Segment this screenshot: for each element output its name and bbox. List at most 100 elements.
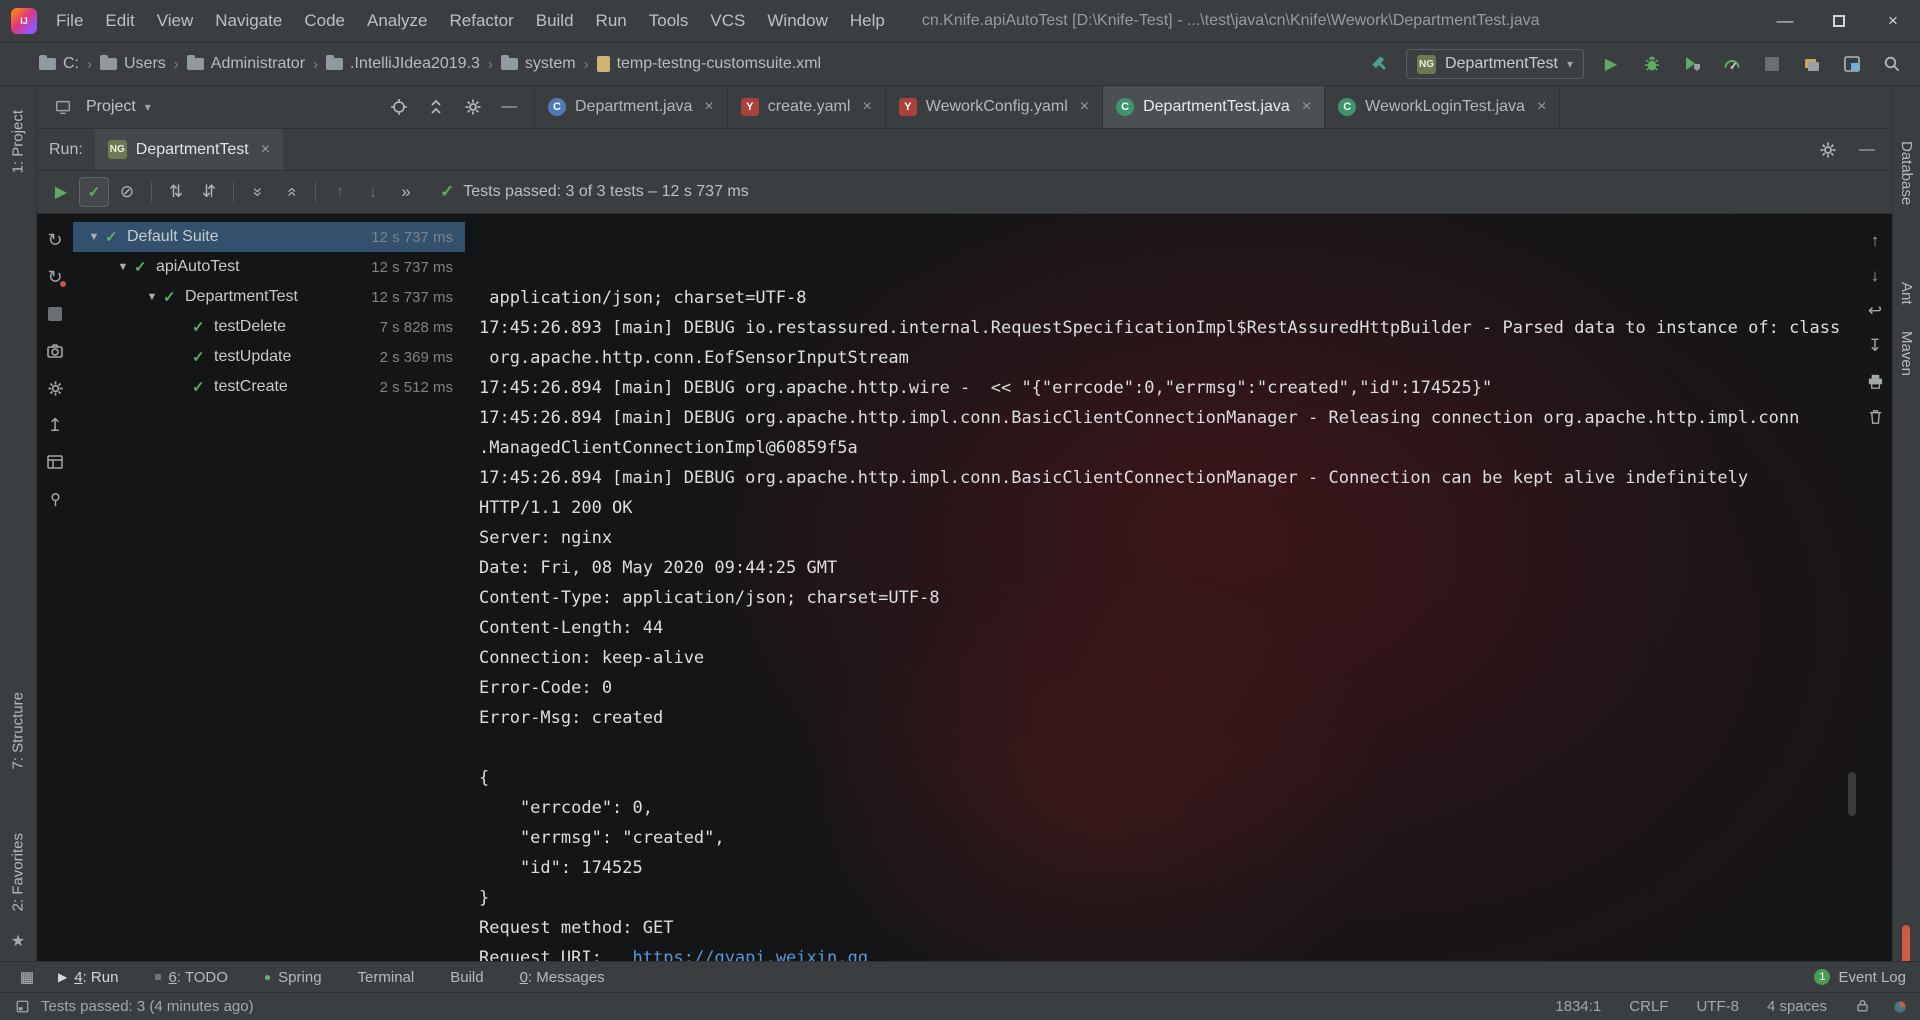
show-passed-toggle[interactable]: ✓	[79, 177, 109, 207]
collapse-all-icon[interactable]: »	[276, 177, 306, 207]
hide-run-panel-icon[interactable]: —	[1854, 137, 1880, 163]
console-scrollbar[interactable]	[1848, 772, 1856, 816]
toolwindow-button-terminal[interactable]: Terminal	[358, 969, 415, 986]
test-settings-icon[interactable]	[41, 374, 69, 402]
menu-item-window[interactable]: Window	[756, 0, 838, 42]
minimize-button[interactable]: —	[1758, 0, 1812, 42]
rerun-button[interactable]: ▶	[46, 177, 76, 207]
close-icon[interactable]: ×	[261, 141, 270, 159]
rerun-failed-tests-icon[interactable]: ↻	[41, 263, 69, 291]
menu-item-navigate[interactable]: Navigate	[204, 0, 293, 42]
menu-item-refactor[interactable]: Refactor	[438, 0, 524, 42]
menu-item-tools[interactable]: Tools	[638, 0, 700, 42]
file-encoding[interactable]: UTF-8	[1696, 998, 1739, 1015]
menu-item-help[interactable]: Help	[839, 0, 896, 42]
console-output[interactable]: application/json; charset=UTF-8 17:45:26.…	[471, 214, 1858, 961]
test-tree-row[interactable]: ✓ testUpdate 2 s 369 ms	[73, 342, 465, 372]
breadcrumb-file[interactable]: temp-testng-customsuite.xml	[596, 55, 821, 73]
rerun-tests-icon[interactable]: ↻	[41, 226, 69, 254]
scroll-to-end-icon[interactable]: ↧	[1862, 333, 1888, 359]
run-settings-icon[interactable]	[1814, 136, 1842, 164]
menu-item-run[interactable]: Run	[585, 0, 638, 42]
test-tree-row[interactable]: ✓ testCreate 2 s 512 ms	[73, 372, 465, 402]
lock-icon[interactable]	[1855, 998, 1870, 1015]
export-test-results-icon[interactable]: ↥	[41, 411, 69, 439]
editor-tab-weworkconfig-yaml[interactable]: Y WeworkConfig.yaml ×	[886, 86, 1104, 128]
close-icon[interactable]: ×	[862, 98, 871, 116]
editor-tab-weworklogintest-java[interactable]: C WeworkLoginTest.java ×	[1325, 86, 1561, 128]
test-tree-row[interactable]: ▼ ✓ DepartmentTest 12 s 737 ms	[73, 282, 465, 312]
menu-item-code[interactable]: Code	[293, 0, 356, 42]
locate-file-icon[interactable]	[385, 93, 413, 121]
hide-panel-icon[interactable]: —	[496, 94, 522, 120]
run-button[interactable]: ▶	[1596, 49, 1626, 79]
indent-info[interactable]: 4 spaces	[1767, 998, 1827, 1015]
scroll-up-icon[interactable]: ↑	[1862, 228, 1888, 254]
toolwindow-button-spring[interactable]: ● Spring	[264, 969, 322, 986]
debug-button[interactable]	[1638, 50, 1666, 78]
run-configuration-select[interactable]: NG DepartmentTest ▾	[1406, 49, 1584, 79]
toolwindow-corner-icon[interactable]	[12, 997, 32, 1017]
menu-item-view[interactable]: View	[146, 0, 205, 42]
editor-tab-department-java[interactable]: C Department.java ×	[535, 86, 728, 128]
menu-item-vcs[interactable]: VCS	[699, 0, 756, 42]
menu-item-build[interactable]: Build	[525, 0, 585, 42]
caret-position[interactable]: 1834:1	[1555, 998, 1601, 1015]
event-log-button[interactable]: Event Log	[1838, 969, 1906, 986]
toolwindow-button-favorites[interactable]: 2: Favorites	[10, 833, 27, 911]
test-tree-row[interactable]: ▼ ✓ Default Suite 12 s 737 ms	[73, 222, 465, 252]
more-actions-icon[interactable]: »	[391, 177, 421, 207]
print-icon[interactable]	[1862, 368, 1888, 394]
pin-tab-icon[interactable]	[41, 485, 69, 513]
status-indicator-icon[interactable]	[1892, 999, 1908, 1015]
editor-tab-departmenttest-java[interactable]: C DepartmentTest.java ×	[1103, 86, 1326, 128]
project-structure-icon[interactable]	[1798, 50, 1826, 78]
close-button[interactable]: ×	[1866, 0, 1920, 42]
project-view-selector[interactable]: Project	[86, 98, 136, 116]
close-icon[interactable]: ×	[1302, 98, 1311, 116]
toolwindow-button-project[interactable]: 1: Project	[10, 110, 27, 173]
menu-item-analyze[interactable]: Analyze	[356, 0, 438, 42]
toolwindow-switcher-icon[interactable]: ▦	[14, 964, 40, 990]
test-tree-row[interactable]: ✓ testDelete 7 s 828 ms	[73, 312, 465, 342]
toolwindow-button-database[interactable]: Database	[1898, 141, 1915, 205]
line-separator[interactable]: CRLF	[1629, 998, 1668, 1015]
build-project-icon[interactable]	[1366, 50, 1394, 78]
toolwindow-button-structure[interactable]: 7: Structure	[10, 692, 27, 770]
panel-settings-icon[interactable]	[459, 93, 487, 121]
close-icon[interactable]: ×	[1080, 98, 1089, 116]
test-tree-row[interactable]: ▼ ✓ apiAutoTest 12 s 737 ms	[73, 252, 465, 282]
restore-windows-icon[interactable]	[1838, 50, 1866, 78]
run-with-coverage-button[interactable]	[1678, 50, 1706, 78]
breadcrumb-item[interactable]: Users	[100, 55, 166, 73]
tree-expand-icon[interactable]: ▼	[141, 291, 163, 303]
dump-threads-icon[interactable]	[41, 337, 69, 365]
editor-tab-create-yaml[interactable]: Ycreate.yaml ×	[728, 86, 886, 128]
menu-item-edit[interactable]: Edit	[94, 0, 145, 42]
scroll-down-icon[interactable]: ↓	[1862, 263, 1888, 289]
breadcrumb-item[interactable]: .IntelliJIdea2019.3	[326, 55, 480, 73]
toolwindow-button-todo[interactable]: ≡ 6: TODO	[154, 969, 227, 986]
toolwindow-button-build[interactable]: Build	[450, 969, 483, 986]
close-icon[interactable]: ×	[1537, 98, 1546, 116]
breadcrumb-item[interactable]: system	[500, 55, 576, 73]
toolwindow-button-maven[interactable]: Maven	[1898, 331, 1915, 376]
search-everywhere-icon[interactable]	[1878, 50, 1906, 78]
collapse-all-icon[interactable]	[422, 93, 450, 121]
breadcrumb-item[interactable]: Administrator	[186, 55, 305, 73]
sort-alphabetically-icon[interactable]: ⇅	[161, 177, 191, 207]
menu-item-file[interactable]: File	[45, 0, 94, 42]
clear-console-icon[interactable]	[1862, 403, 1888, 429]
profiler-button[interactable]	[1718, 50, 1746, 78]
toolwindow-button-messages[interactable]: 0: Messages	[520, 969, 605, 986]
sort-by-duration-icon[interactable]: ⇵	[194, 177, 224, 207]
status-message[interactable]: Tests passed: 3 (4 minutes ago)	[41, 998, 254, 1015]
tree-expand-icon[interactable]: ▼	[112, 261, 134, 273]
breadcrumb-item[interactable]: C:	[39, 55, 79, 73]
restore-layout-icon[interactable]	[41, 448, 69, 476]
close-icon[interactable]: ×	[704, 98, 713, 116]
tree-expand-icon[interactable]: ▼	[83, 231, 105, 243]
soft-wrap-icon[interactable]: ↩	[1862, 298, 1888, 324]
toolwindow-button-run[interactable]: ▶ 4: Run	[58, 969, 118, 986]
expand-all-icon[interactable]: »	[243, 177, 273, 207]
